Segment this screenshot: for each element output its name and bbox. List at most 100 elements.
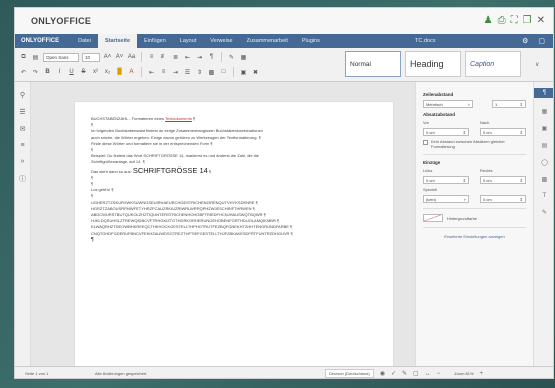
chat-icon[interactable]: ✉	[15, 125, 30, 133]
user-icon[interactable]: ♟	[484, 16, 493, 26]
track-changes-icon[interactable]: ✎	[402, 370, 407, 377]
signature-icon[interactable]: ✎	[534, 209, 553, 216]
print-icon[interactable]: ⎙	[498, 16, 506, 26]
spinner-icon: ⇕	[519, 129, 523, 135]
align-center-icon[interactable]: ≡	[159, 68, 168, 77]
spacing-after-input[interactable]: 0 cm ⇕	[480, 128, 526, 136]
doc-link[interactable]: Textdokuments	[165, 116, 192, 121]
decrease-font-icon[interactable]: A˅	[115, 53, 124, 62]
about-icon[interactable]: ⓘ	[15, 174, 30, 184]
tab-plugins[interactable]: Plugins	[295, 34, 327, 48]
image-settings-icon[interactable]: ▣	[534, 125, 553, 132]
expand-icon[interactable]: ▢	[538, 37, 545, 45]
document-canvas: BUCHSTABENZAHL - Formatieren eines Textd…	[31, 82, 415, 366]
special-indent-mode: (kein)	[426, 196, 437, 202]
shape-settings-icon[interactable]: ◯	[534, 159, 553, 166]
numbering-icon[interactable]: ≢	[159, 53, 168, 62]
special-indent-value: 0 cm	[483, 196, 492, 202]
line-spacing-value: 1	[495, 101, 498, 107]
restore-icon[interactable]: ❐	[523, 16, 532, 26]
redo-icon[interactable]: ↷	[31, 68, 40, 77]
globe-icon[interactable]: ◉	[380, 370, 385, 377]
chart-settings-icon[interactable]: ▩	[534, 176, 553, 183]
text-cursor-line: ¶	[91, 236, 94, 243]
style-heading[interactable]: Heading	[405, 51, 461, 77]
font-color-icon[interactable]: A	[127, 68, 136, 77]
language-select[interactable]: Deutsch (Deutschland)	[325, 369, 374, 378]
align-left-icon[interactable]: ⇤	[147, 68, 156, 77]
increase-indent-icon[interactable]: ⇥	[195, 53, 204, 62]
font-name-select[interactable]: Open Sans	[43, 52, 79, 62]
special-indent-select[interactable]: (kein) ˅	[423, 195, 469, 203]
tab-references[interactable]: Verweise	[203, 34, 239, 48]
plugins-icon[interactable]: »	[15, 158, 30, 165]
line-spacing-mode-select[interactable]: Mehrfach ˅	[423, 100, 473, 108]
underline-icon[interactable]: U	[67, 68, 76, 77]
font-name-value: Open Sans	[46, 54, 69, 60]
chevron-down-icon[interactable]: ∨	[535, 61, 539, 68]
zoom-in-icon[interactable]: +	[480, 371, 484, 377]
strikethrough-icon[interactable]: S	[79, 68, 88, 77]
navigation-icon[interactable]: ≡	[15, 142, 30, 149]
copy-icon[interactable]: ⧉	[19, 53, 28, 62]
font-size-select[interactable]: 10	[82, 52, 100, 62]
fit-width-icon[interactable]: ↔	[425, 371, 431, 377]
style-normal[interactable]: Normal	[345, 51, 401, 77]
shading-icon[interactable]: ▩	[207, 68, 216, 77]
status-bar: Seite 1 von 1 Alle Änderungen gespeicher…	[15, 366, 553, 378]
line-spacing-icon[interactable]: ⇕	[195, 68, 204, 77]
highlight-icon[interactable]: █	[115, 68, 124, 77]
background-color-row: Hintergrundfarbe	[423, 214, 526, 222]
paragraph-settings-icon[interactable]: ¶	[534, 88, 553, 98]
copy-style-icon[interactable]: ✎	[227, 53, 236, 62]
change-case-icon[interactable]: Aa	[127, 53, 136, 62]
tab-insert[interactable]: Einfügen	[137, 34, 173, 48]
zoom-out-icon[interactable]: −	[437, 371, 441, 377]
checkbox-icon[interactable]	[423, 139, 428, 145]
indent-left-input[interactable]: 0 cm ⇕	[423, 176, 469, 184]
insert-image-icon[interactable]: ▣	[239, 68, 248, 77]
advanced-settings-link[interactable]: Erweiterte Einstellungen anzeigen	[423, 234, 526, 239]
background-color-picker[interactable]	[423, 214, 443, 222]
paste-icon[interactable]: ▤	[31, 53, 40, 62]
right-rail: ¶ ▦ ▣ ▤ ◯ ▩ T ✎	[533, 82, 553, 366]
paragraph-marks-icon[interactable]: ¶	[207, 53, 216, 62]
multilevel-icon[interactable]: ≣	[171, 53, 180, 62]
document-page[interactable]: BUCHSTABENZAHL - Formatieren eines Textd…	[75, 102, 393, 366]
tab-home[interactable]: Startseite	[97, 34, 138, 48]
no-spacing-checkbox[interactable]: Kein Abstand zwischen Absätzen gleicher …	[423, 139, 526, 149]
style-caption[interactable]: Caption	[465, 51, 521, 77]
textart-settings-icon[interactable]: T	[534, 193, 553, 199]
spacing-before-input[interactable]: 0 cm ⇕	[423, 128, 469, 136]
table-settings-icon[interactable]: ▦	[534, 108, 553, 115]
tab-file[interactable]: Datei	[71, 34, 98, 48]
fullscreen-icon[interactable]: ⛶	[511, 16, 518, 26]
increase-font-icon[interactable]: A˄	[103, 53, 112, 62]
decrease-indent-icon[interactable]: ⇤	[183, 53, 192, 62]
justify-icon[interactable]: ☰	[183, 68, 192, 77]
spacing-after-value: 0 cm	[483, 129, 492, 135]
bold-icon[interactable]: B	[43, 68, 52, 77]
header-footer-icon[interactable]: ▤	[534, 142, 553, 149]
line-spacing-value-input[interactable]: 1 ⇕	[492, 100, 526, 108]
tab-layout[interactable]: Layout	[173, 34, 204, 48]
subscript-icon[interactable]: x₂	[103, 68, 112, 77]
close-icon[interactable]: ✕	[537, 16, 545, 26]
special-indent-input[interactable]: 0 cm ⇕	[480, 195, 526, 203]
borders-icon[interactable]: □	[219, 68, 228, 77]
italic-icon[interactable]: I	[55, 68, 64, 77]
tab-collaboration[interactable]: Zusammenarbeit	[240, 34, 295, 48]
align-right-icon[interactable]: ⇥	[171, 68, 180, 77]
indent-right-input[interactable]: 0 cm ⇕	[480, 176, 526, 184]
settings-icon[interactable]: ⚙	[522, 37, 528, 45]
superscript-icon[interactable]: x²	[91, 68, 100, 77]
table-icon[interactable]: ▦	[239, 53, 248, 62]
bullets-icon[interactable]: ≡	[147, 53, 156, 62]
undo-icon[interactable]: ↶	[19, 68, 28, 77]
spellcheck-icon[interactable]: ✓	[391, 370, 396, 377]
comments-icon[interactable]: ☰	[15, 108, 30, 116]
toolbar: ⧉ ▤ Open Sans 10 A˄ A˅ Aa ≡ ≢ ≣ ⇤ ⇥ ¶ ✎ …	[15, 48, 553, 82]
fit-page-icon[interactable]: ▢	[413, 370, 419, 377]
clear-style-icon[interactable]: ✖	[251, 68, 260, 77]
search-icon[interactable]: ⚲	[15, 91, 30, 99]
